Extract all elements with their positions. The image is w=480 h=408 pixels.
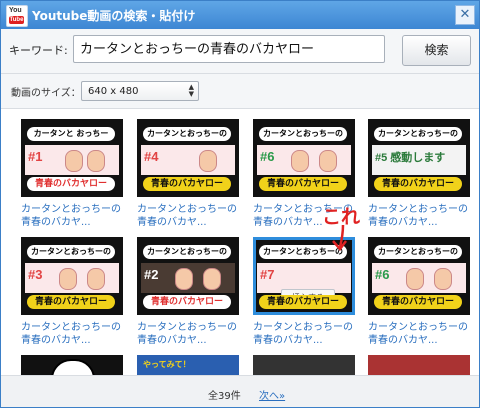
thumb-scene xyxy=(51,359,95,375)
thumb-title: カータンとおっちーの xyxy=(374,127,462,141)
dialog-window: You Tube Youtube動画の検索・貼付け ✕ キーワード: カータンと… xyxy=(0,0,480,408)
thumb-scene: #6 xyxy=(372,263,466,293)
size-row: 動画のサイズ： 640 x 480 ▲ ▼ xyxy=(1,74,479,109)
thumb-number: #4 xyxy=(144,149,159,164)
video-caption[interactable]: カータンとおっちーの 青春のバカヤ... xyxy=(137,203,247,229)
result-item-partial[interactable] xyxy=(368,355,470,375)
thumb-title: カータンとおっちーの xyxy=(27,245,115,259)
video-thumbnail[interactable]: カータンとおっちーの #4 青春のバカヤロー xyxy=(137,119,239,197)
keyword-label: キーワード: xyxy=(9,44,68,57)
thumb-scene: #5 感動します xyxy=(372,145,466,175)
thumb-title: カータンとおっちーの xyxy=(374,245,462,259)
thumb-number: #1 xyxy=(28,149,43,164)
result-item-partial[interactable] xyxy=(253,355,355,375)
results-grid: カータンと おっちー #1 青春のバカヤロー カータンとおっちーの 青春のバカヤ… xyxy=(1,109,479,375)
character-icon xyxy=(291,150,309,172)
thumb-scene: #1 xyxy=(25,145,119,175)
character-icon xyxy=(434,268,452,290)
character-icon xyxy=(59,268,77,290)
caption-line-1: カータンとおっちーの xyxy=(368,322,468,333)
person-icon xyxy=(65,150,83,172)
character-icon xyxy=(319,150,337,172)
video-caption[interactable]: カータンとおっちーの 青春のバカヤ... xyxy=(137,321,247,347)
person-icon xyxy=(203,268,221,290)
thumb-subtitle: 青春のバカヤロー xyxy=(143,177,231,191)
caption-line-1: カータンとおっちーの xyxy=(21,322,121,333)
thumb-subtitle: 青春のバカヤロー xyxy=(259,177,347,191)
thumb-subtitle: 青春のバカヤロー xyxy=(374,177,462,191)
caption-line-2: 青春のバカヤ... xyxy=(253,335,323,346)
caption-line-2: 青春のバカヤ... xyxy=(21,335,91,346)
caption-line-2: 青春のバカヤ... xyxy=(21,217,91,228)
caption-line-2: 青春のバカヤ... xyxy=(368,335,438,346)
video-thumbnail[interactable]: カータンとおっちーの #5 感動します 青春のバカヤロー xyxy=(368,119,470,197)
result-count: 全39件 xyxy=(208,391,241,402)
character-icon xyxy=(199,150,217,172)
person-icon xyxy=(87,150,105,172)
thumb-number: #6 xyxy=(260,149,275,164)
character-icon xyxy=(87,268,105,290)
video-thumbnail[interactable]: カータンとおっちーの #6 青春のバカヤロー xyxy=(368,237,470,315)
youtube-icon-top-text: You xyxy=(9,7,22,14)
video-size-select[interactable]: 640 x 480 ▲ ▼ xyxy=(81,81,199,101)
video-thumbnail[interactable]: カータンとおっちーの #3 青春のバカヤロー xyxy=(21,237,123,315)
video-caption[interactable]: カータンとおっちーの 青春のバカヤ... xyxy=(368,203,478,229)
close-button[interactable]: ✕ xyxy=(455,5,475,25)
thumb-text: やってみて！ xyxy=(143,360,191,369)
caption-line-1: カータンとおっちーの xyxy=(368,204,468,215)
video-thumbnail[interactable]: カータンと おっちー #1 青春のバカヤロー xyxy=(21,119,123,197)
video-size-value: 640 x 480 xyxy=(88,86,139,97)
thumb-title: カータンとおっちーの xyxy=(143,127,231,141)
thumb-number: #7 xyxy=(260,267,275,282)
thumb-title: カータンとおっちーの xyxy=(143,245,231,259)
caption-line-1: カータンとおっちーの xyxy=(137,322,237,333)
thumb-scene: #7 挿入する xyxy=(257,263,351,307)
thumb-subtitle: 青春のバカヤロー xyxy=(374,295,462,309)
thumb-subtitle: 青春のバカヤロー xyxy=(259,295,347,309)
thumb-number: #5 感動します xyxy=(375,152,446,164)
youtube-icon: You Tube xyxy=(6,5,28,27)
video-caption[interactable]: カータンとおっちーの 青春のバカヤ... xyxy=(21,321,131,347)
caption-line-1: カータンとおっちーの xyxy=(253,322,353,333)
video-thumbnail[interactable]: カータンとおっちーの #2 青春のバカヤロー xyxy=(137,237,239,315)
next-page-link[interactable]: 次へ» xyxy=(259,387,285,402)
thumb-scene: #4 xyxy=(141,145,235,175)
thumb-subtitle: 青春のバカヤロー xyxy=(27,177,115,191)
select-arrows-icon: ▲ ▼ xyxy=(188,83,194,98)
caption-line-1: カータンとおっちーの xyxy=(21,204,121,215)
footer-pagination: 全39件 次へ» xyxy=(1,375,479,407)
title-bar: You Tube Youtube動画の検索・貼付け ✕ xyxy=(1,1,479,29)
person-icon xyxy=(175,268,193,290)
thumb-title: カータンとおっちーの xyxy=(259,127,347,141)
video-caption[interactable]: カータンとおっちーの 青春のバカヤ... xyxy=(253,321,363,347)
thumb-number: #2 xyxy=(144,267,159,282)
keyword-input[interactable]: カータンとおっちーの青春のバカヤロー xyxy=(73,35,385,63)
annotation-arrow-icon xyxy=(332,224,347,251)
thumb-subtitle: 青春のバカヤロー xyxy=(143,295,231,309)
video-caption[interactable]: カータンとおっちーの 青春のバカヤ... xyxy=(368,321,478,347)
search-button[interactable]: 検索 xyxy=(402,35,471,66)
thumb-scene: #6 xyxy=(257,145,351,175)
caption-line-1: カータンとおっちーの xyxy=(137,204,237,215)
character-icon xyxy=(406,268,424,290)
thumb-title: カータンと おっちー xyxy=(27,127,115,141)
result-item-partial[interactable] xyxy=(21,355,123,375)
caption-line-2: 青春のバカヤ... xyxy=(137,217,207,228)
video-size-label: 動画のサイズ： xyxy=(11,88,81,99)
youtube-icon-bottom-text: Tube xyxy=(9,16,24,24)
thumb-subtitle: 青春のバカヤロー xyxy=(27,295,115,309)
video-caption[interactable]: カータンとおっちーの 青春のバカヤ... xyxy=(21,203,131,229)
window-title: Youtube動画の検索・貼付け xyxy=(32,9,196,23)
thumb-number: #3 xyxy=(28,267,43,282)
caption-line-2: 青春のバカヤ... xyxy=(368,217,438,228)
caption-line-2: 青春のバカヤ... xyxy=(137,335,207,346)
result-item-partial[interactable]: やってみて！ xyxy=(137,355,239,375)
thumb-number: #6 xyxy=(375,267,390,282)
video-thumbnail[interactable]: カータンとおっちーの #6 青春のバカヤロー xyxy=(253,119,355,197)
search-row: キーワード: カータンとおっちーの青春のバカヤロー 検索 xyxy=(1,29,479,74)
thumb-scene: #2 xyxy=(141,263,235,293)
thumb-scene: #3 xyxy=(25,263,119,293)
